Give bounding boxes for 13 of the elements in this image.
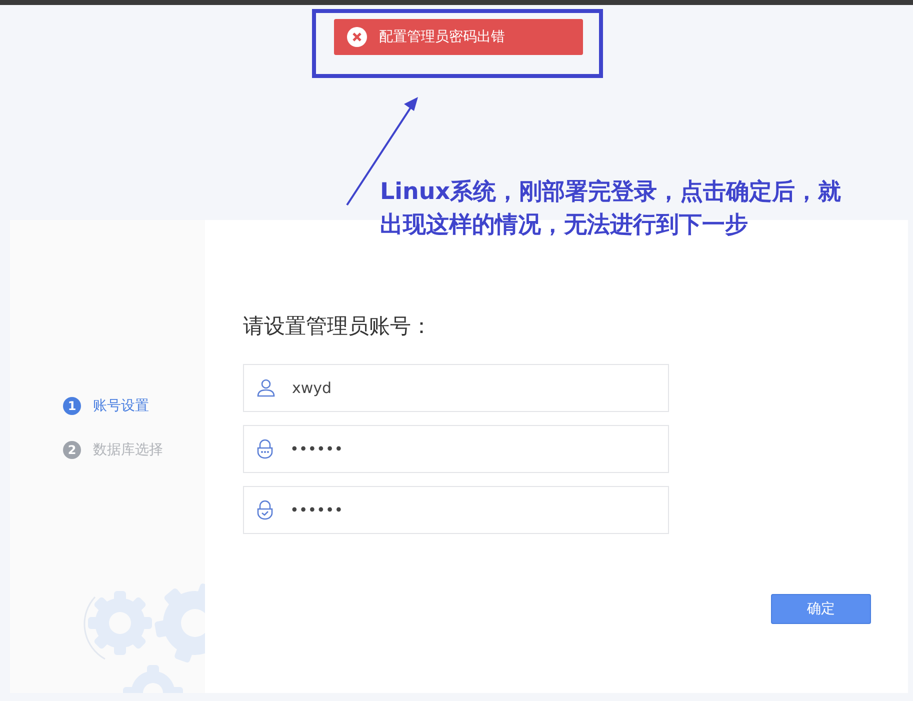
input-field[interactable]: •••••• (243, 425, 669, 473)
step-number: 2 (63, 441, 81, 459)
form-title: 请设置管理员账号： (243, 313, 432, 340)
lock-icon (256, 439, 274, 459)
input-field[interactable]: •••••• (243, 486, 669, 534)
input-field[interactable]: xwyd (243, 364, 669, 412)
annotation-text: Linux系统，刚部署完登录，点击确定后，就 出现这样的情况，无法进行到下一步 (380, 178, 842, 240)
error-icon (347, 27, 367, 47)
step-number: 1 (63, 397, 81, 415)
step-label[interactable]: 账号设置 (93, 397, 149, 415)
lock-check-icon (256, 500, 274, 520)
user-icon (256, 378, 276, 398)
error-message: 配置管理员密码出错 (379, 28, 505, 46)
